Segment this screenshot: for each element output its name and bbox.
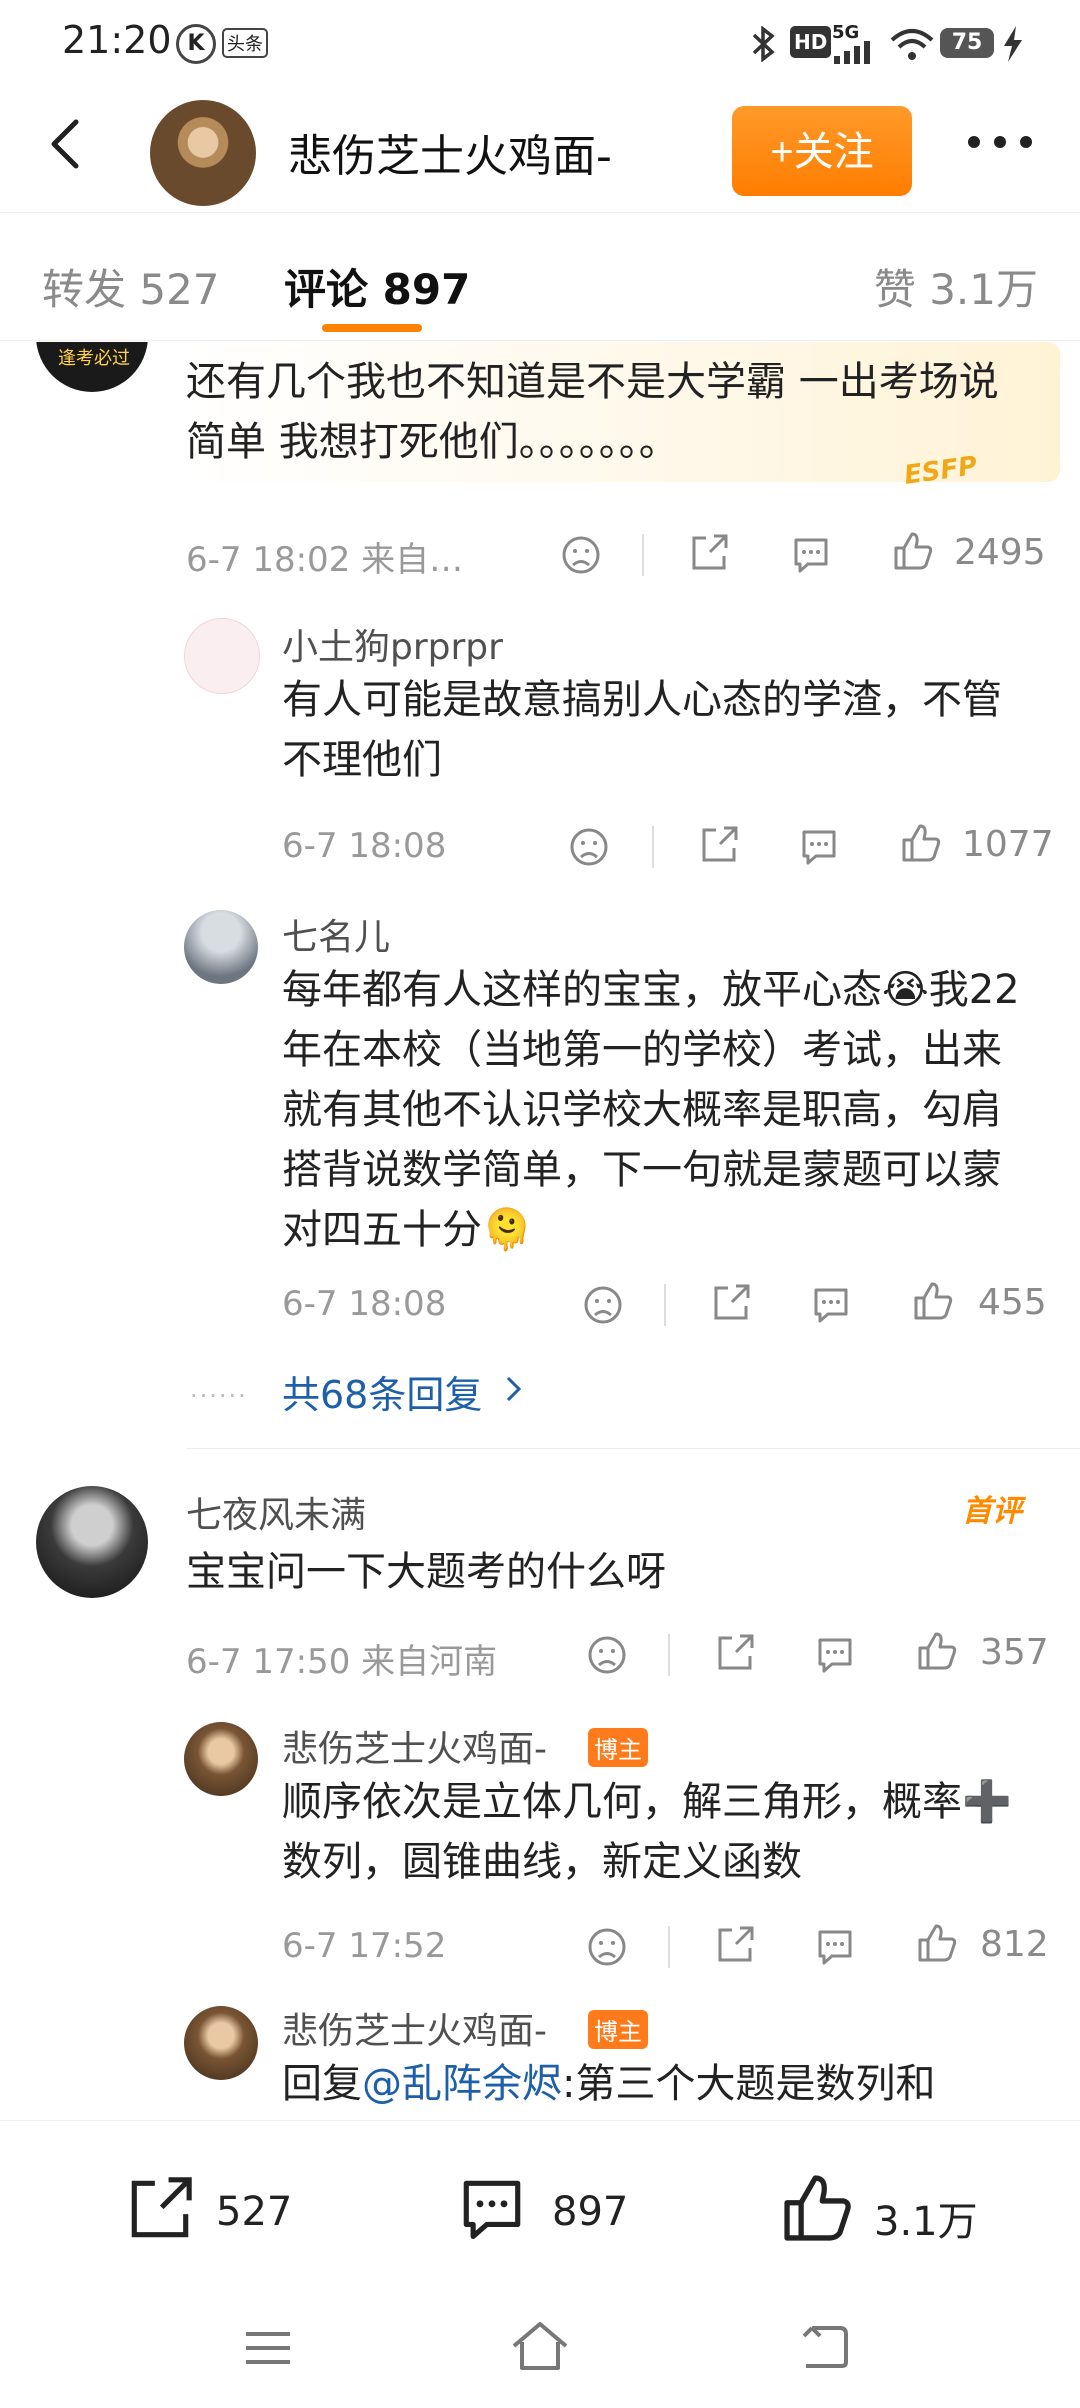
like-icon[interactable] xyxy=(780,2171,854,2245)
share-icon[interactable] xyxy=(710,1282,752,1324)
divider xyxy=(664,1284,666,1326)
author-avatar[interactable] xyxy=(150,100,256,206)
reply-avatar[interactable] xyxy=(184,618,260,694)
comment-divider xyxy=(186,1448,1080,1449)
commenter-avatar[interactable] xyxy=(36,1486,148,1598)
comment-icon[interactable] xyxy=(790,534,832,576)
dislike-face-icon[interactable] xyxy=(586,1634,628,1676)
bottom-action-bar: 527 897 3.1万 xyxy=(0,2120,1080,2289)
reply-text: 每年都有人这样的宝宝，放平心态😭我22年在本校（当地第一的学校）考试，出来就有其… xyxy=(282,967,1020,1253)
like-count: 455 xyxy=(978,1282,1047,1323)
comment-time: 6-7 18:02 来自… xyxy=(186,540,464,580)
reply-author[interactable]: 七名儿 xyxy=(282,908,390,960)
status-bar: 21:20 K 头条 HD 5G 75 xyxy=(0,0,1080,84)
tab-repost[interactable]: 转发 527 xyxy=(42,256,220,317)
author-name[interactable]: 悲伤芝士火鸡面- xyxy=(288,120,612,184)
battery-icon: 75 xyxy=(940,28,994,58)
comment-icon[interactable] xyxy=(456,2173,528,2245)
repost-count: 527 xyxy=(216,2189,293,2235)
menu-icon[interactable] xyxy=(242,2328,294,2368)
tab-comments[interactable]: 评论 897 xyxy=(284,256,470,317)
share-icon[interactable] xyxy=(714,1632,756,1674)
comment-time: 6-7 17:50 来自河南 xyxy=(186,1642,498,1682)
reply-author[interactable]: 悲伤芝士火鸡面- xyxy=(282,2002,547,2054)
like-count: 2495 xyxy=(954,532,1046,573)
share-icon[interactable] xyxy=(688,532,730,574)
like-count: 1077 xyxy=(962,824,1054,865)
divider xyxy=(668,1634,670,1676)
back-gesture-icon[interactable] xyxy=(798,2322,850,2370)
mention-link[interactable]: @乱阵余烬 xyxy=(362,2061,562,2107)
reply-text: 顺序依次是立体几何，解三角形，概率➕数列，圆锥曲线，新定义函数 xyxy=(282,1779,1012,1885)
like-icon[interactable] xyxy=(916,1630,958,1672)
reply-avatar[interactable] xyxy=(184,910,258,984)
system-nav-bar xyxy=(0,2288,1080,2408)
back-arrow-icon[interactable] xyxy=(38,114,98,174)
reply-time: 6-7 18:08 xyxy=(282,826,447,866)
dislike-face-icon[interactable] xyxy=(586,1926,628,1968)
share-icon[interactable] xyxy=(714,1924,756,1966)
dislike-face-icon[interactable] xyxy=(560,534,602,576)
comment-text: 还有几个我也不知道是不是大学霸 一出考场说简单 我想打死他们。。。。。。。 xyxy=(186,359,999,465)
follow-button[interactable]: +关注 xyxy=(732,106,912,196)
status-time: 21:20 xyxy=(62,18,172,62)
tab-likes[interactable]: 赞 3.1万 xyxy=(874,256,1038,317)
dislike-face-icon[interactable] xyxy=(582,1284,624,1326)
comment-icon[interactable] xyxy=(814,1926,856,1968)
divider xyxy=(652,826,654,868)
more-replies-link[interactable]: 共68条回复 xyxy=(282,1364,482,1419)
repost-icon[interactable] xyxy=(124,2173,196,2245)
comment-icon[interactable] xyxy=(814,1634,856,1676)
ellipsis-dots: ······ xyxy=(190,1382,248,1410)
more-options-icon[interactable] xyxy=(960,122,1040,162)
host-badge: 博主 xyxy=(588,1728,648,1767)
wifi-icon xyxy=(890,29,934,60)
share-icon[interactable] xyxy=(698,824,740,866)
reply-time: 6-7 18:08 xyxy=(282,1284,447,1324)
tab-bar: 转发 527 评论 897 赞 3.1万 xyxy=(0,212,1080,341)
reply-author[interactable]: 悲伤芝士火鸡面- xyxy=(282,1720,547,1772)
commenter-name[interactable]: 七夜风未满 xyxy=(186,1486,366,1538)
comment-icon[interactable] xyxy=(810,1284,852,1326)
toutiao-notification-icon: 头条 xyxy=(222,28,268,58)
first-comment-badge: 首评 xyxy=(962,1494,1022,1529)
like-icon[interactable] xyxy=(892,530,934,572)
like-icon[interactable] xyxy=(900,822,942,864)
reply-text: 有人可能是故意搞别人心态的学渣，不管不理他们 xyxy=(282,677,1002,783)
reply-text: 回复@乱阵余烬:第三个大题是数列和 xyxy=(282,2061,936,2107)
signal-icon xyxy=(834,41,870,64)
like-icon[interactable] xyxy=(916,1922,958,1964)
dislike-face-icon[interactable] xyxy=(568,826,610,868)
charging-icon xyxy=(1004,26,1022,62)
comment-text: 宝宝问一下大题考的什么呀 xyxy=(186,1549,666,1595)
comment-icon[interactable] xyxy=(798,826,840,868)
like-count: 357 xyxy=(980,1632,1049,1673)
like-count: 812 xyxy=(980,1924,1049,1965)
reply-author[interactable]: 小土狗prprpr xyxy=(282,618,503,670)
comment-2: 七夜风未满 首评 宝宝问一下大题考的什么呀 6-7 17:50 来自河南 357… xyxy=(0,1450,1080,2120)
post-header: 悲伤芝士火鸡面- +关注 xyxy=(0,84,1080,213)
commenter-avatar[interactable]: 逢考必过 xyxy=(36,342,148,392)
divider xyxy=(668,1926,670,1968)
home-icon[interactable] xyxy=(508,2320,572,2372)
notification-k-icon: K xyxy=(176,24,216,64)
host-badge: 博主 xyxy=(588,2010,648,2049)
bluetooth-icon xyxy=(752,26,775,62)
reply-avatar[interactable] xyxy=(184,2006,258,2080)
comment-count: 897 xyxy=(552,2189,629,2235)
comment-1: 逢考必过 还有几个我也不知道是不是大学霸 一出考场说简单 我想打死他们。。。。。… xyxy=(0,342,1080,1442)
like-icon[interactable] xyxy=(912,1280,954,1322)
active-tab-indicator xyxy=(322,324,422,332)
chevron-right-icon[interactable] xyxy=(504,1374,524,1404)
divider xyxy=(642,534,644,576)
like-count: 3.1万 xyxy=(874,2199,978,2245)
hd-icon: HD xyxy=(790,26,832,58)
reply-time: 6-7 17:52 xyxy=(282,1926,447,1966)
reply-avatar[interactable] xyxy=(184,1722,258,1796)
